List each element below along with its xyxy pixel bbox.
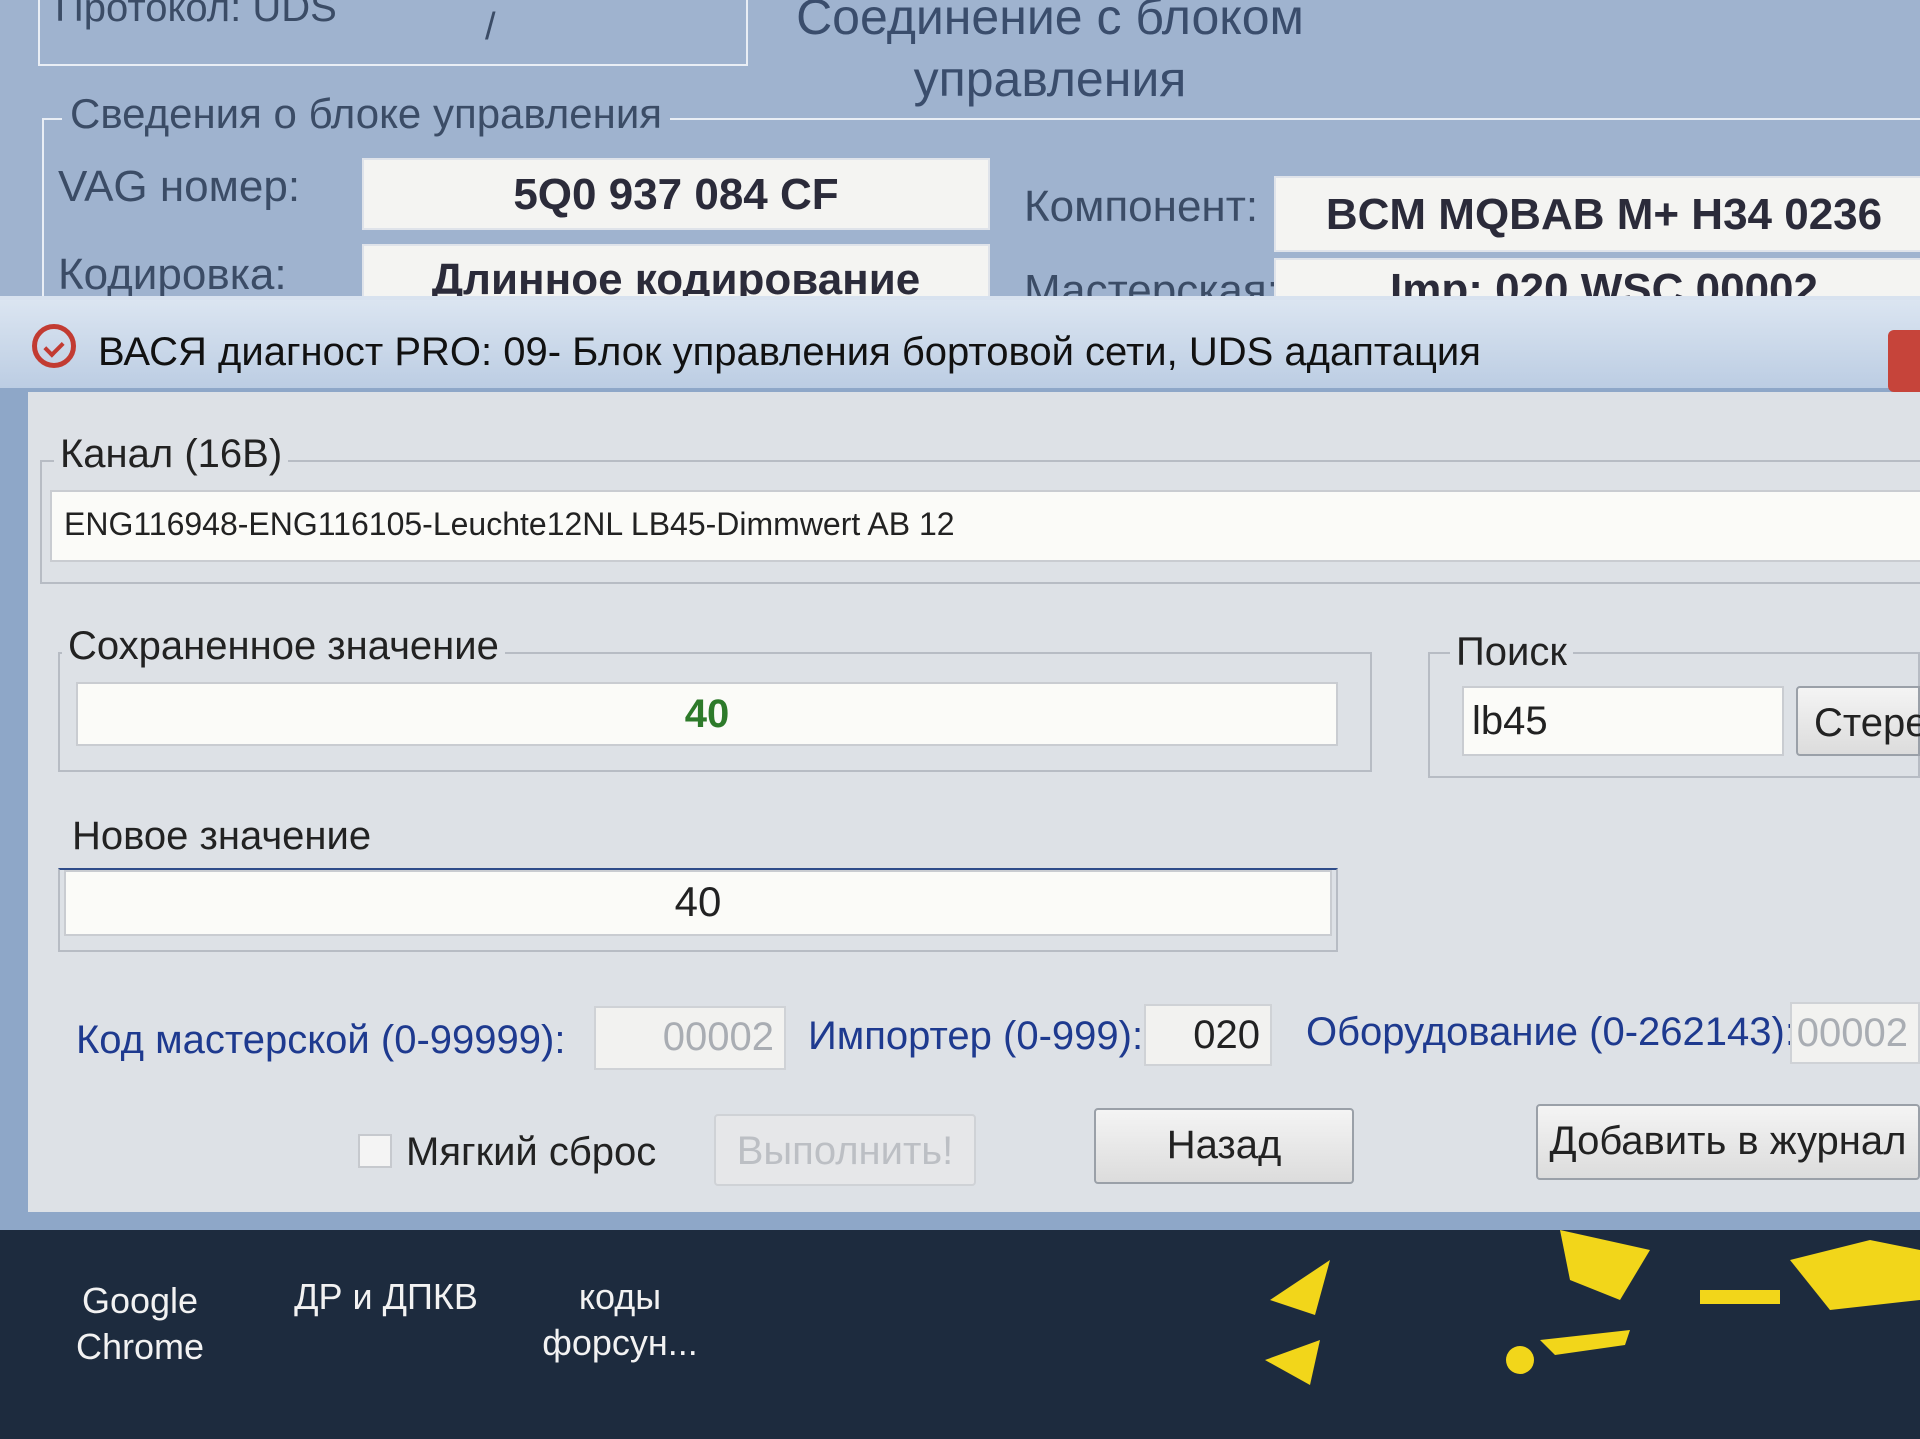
workshop-code-label: Код мастерской (0-99999): [76, 1018, 566, 1062]
new-value-group-title: Новое значение [66, 814, 378, 859]
add-to-log-button[interactable]: Добавить в журнал [1536, 1104, 1920, 1180]
channel-group-title: Канал (16В) [54, 432, 289, 477]
ecu-info-group-title: Сведения о блоке управления [62, 90, 671, 138]
component-label: Компонент: [1024, 182, 1259, 231]
soft-reset-label: Мягкий сброс [406, 1130, 657, 1174]
close-button[interactable] [1888, 330, 1920, 392]
new-value-input[interactable]: 40 [64, 870, 1332, 936]
coding-label: Кодировка: [58, 250, 287, 299]
desktop-icon-dr-dpkv-label[interactable]: ДР и ДПКВ [276, 1274, 496, 1320]
connection-title: Соединение с блоком управления [796, 0, 1304, 107]
protocol-label: Протокол: UDS [55, 0, 337, 30]
execute-button[interactable]: Выполнить! [714, 1114, 976, 1186]
saved-value-group-title: Сохраненное значение [62, 624, 505, 669]
search-input[interactable]: lb45 [1462, 686, 1784, 756]
component-field: BCM MQBAB M+ H34 0236 [1274, 176, 1920, 252]
vag-number-label: VAG номер: [58, 162, 301, 211]
clear-search-button[interactable]: Стере [1796, 686, 1920, 756]
vag-number-field: 5Q0 937 084 CF [362, 158, 990, 230]
saved-value-field: 40 [76, 682, 1338, 746]
app-logo-icon [32, 324, 76, 368]
equipment-label: Оборудование (0-262143): [1306, 1010, 1796, 1054]
importer-input[interactable]: 020 [1144, 1004, 1272, 1066]
desktop-icon-chrome-label[interactable]: Google Chrome [40, 1278, 240, 1370]
protocol-slash: / [485, 6, 496, 48]
workshop-code-input: 00002 [594, 1006, 786, 1070]
soft-reset-checkbox[interactable] [358, 1134, 392, 1168]
dialog-title: ВАСЯ диагност PRO: 09- Блок управления б… [98, 330, 1481, 374]
importer-label: Импортер (0-999): [808, 1014, 1144, 1058]
channel-select[interactable]: ENG116948-ENG116105-Leuchte12NL LB45-Dim… [50, 490, 1920, 562]
equipment-input: 00002 [1790, 1002, 1920, 1064]
desktop-wallpaper [1265, 1230, 1920, 1385]
back-button[interactable]: Назад [1094, 1108, 1354, 1184]
desktop-icon-injector-codes-label[interactable]: коды форсун... [530, 1274, 710, 1366]
search-group-title: Поиск [1450, 630, 1573, 675]
